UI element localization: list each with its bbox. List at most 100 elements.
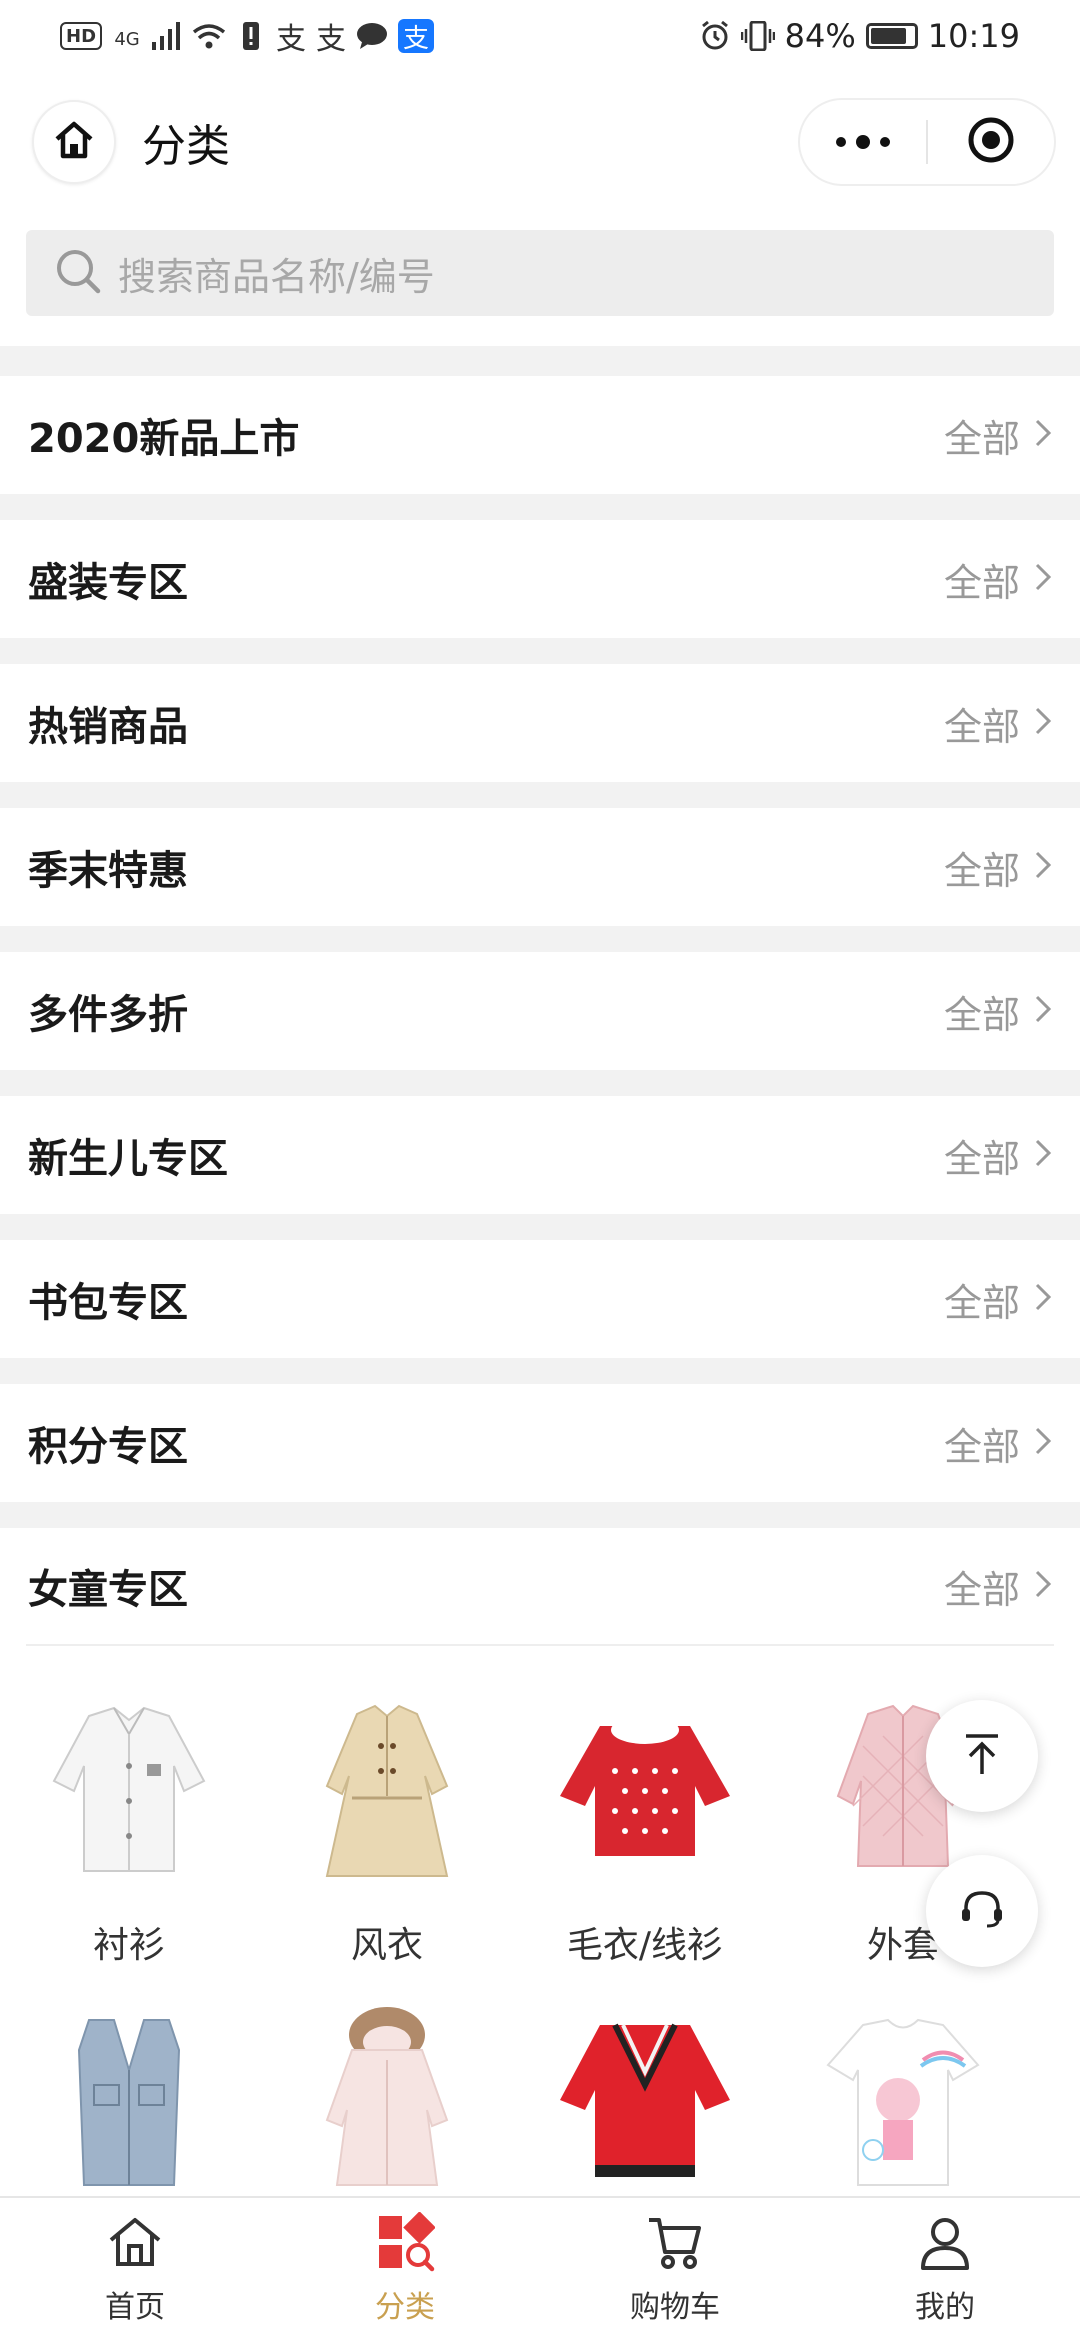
bottom-tab-bar: 首页 分类 购物车 我的 xyxy=(0,2196,1080,2340)
subcategory-item[interactable]: 衬衫 xyxy=(0,1676,258,1966)
view-all-link[interactable]: 全部 xyxy=(944,408,1052,463)
chevron-right-icon xyxy=(1034,989,1052,1033)
battery-percent: 84% xyxy=(784,17,856,55)
view-all-label: 全部 xyxy=(943,1424,1020,1469)
alipay-notify-icon: 支 xyxy=(276,22,307,57)
tab-cart[interactable]: 购物车 xyxy=(540,2198,810,2340)
alarm-icon xyxy=(699,19,731,53)
category-name: 积分专区 xyxy=(28,1424,188,1470)
view-all-label: 全部 xyxy=(943,848,1020,893)
subcategory-item[interactable]: 毛衣/线衫 xyxy=(516,1676,774,1966)
view-all-link[interactable]: 全部 xyxy=(944,1128,1052,1183)
hd-icon: HD xyxy=(60,22,103,50)
category-row[interactable]: 书包专区 全部 xyxy=(0,1240,1080,1358)
alert-icon xyxy=(236,19,266,53)
chevron-right-icon xyxy=(1034,1421,1052,1465)
chevron-right-icon xyxy=(1034,1133,1052,1177)
view-all-link[interactable]: 全部 xyxy=(944,1559,1052,1614)
tshirt-icon xyxy=(793,1980,1013,2200)
subcategory-label: 风衣 xyxy=(350,1925,423,1966)
chevron-right-icon xyxy=(1034,413,1052,457)
status-bar: HD 4G 支 支 支 84% 10:19 xyxy=(0,0,1080,72)
alipay-notify-icon: 支 xyxy=(316,22,347,57)
nav-header: 分类 xyxy=(0,72,1080,212)
subcategory-label: 衬衫 xyxy=(92,1925,165,1966)
category-name: 季末特惠 xyxy=(28,848,188,894)
view-all-link[interactable]: 全部 xyxy=(944,1416,1052,1471)
close-mini-program-button[interactable] xyxy=(928,100,1054,184)
search-section: 搜索商品名称/编号 xyxy=(0,212,1080,346)
subcategory-label: 毛衣/线衫 xyxy=(566,1925,724,1966)
view-all-label: 全部 xyxy=(943,1136,1020,1181)
category-name: 2020新品上市 xyxy=(28,416,300,462)
category-row[interactable]: 热销商品 全部 xyxy=(0,664,1080,782)
tab-category[interactable]: 分类 xyxy=(270,2198,540,2340)
home-button[interactable] xyxy=(32,100,116,184)
category-name: 女童专区 xyxy=(28,1567,188,1613)
tab-mine[interactable]: 我的 xyxy=(810,2198,1080,2340)
headset-icon xyxy=(957,1884,1007,1938)
category-row[interactable]: 积分专区 全部 xyxy=(0,1384,1080,1502)
chevron-right-icon xyxy=(1034,1277,1052,1321)
cart-icon xyxy=(645,2212,705,2276)
category-list: 2020新品上市 全部 盛装专区 全部 热销商品 全部 季末特惠 全部 多件多折… xyxy=(0,346,1080,2284)
category-row[interactable]: 2020新品上市 全部 xyxy=(0,376,1080,494)
signal-icon xyxy=(152,19,182,53)
sweater-icon xyxy=(535,1676,755,1896)
alipay-icon: 支 xyxy=(398,19,435,54)
shirt-icon xyxy=(19,1676,239,1896)
view-all-link[interactable]: 全部 xyxy=(944,552,1052,607)
denim-vest-icon xyxy=(19,1980,239,2200)
search-input[interactable]: 搜索商品名称/编号 xyxy=(26,230,1054,316)
arrow-up-icon xyxy=(958,1730,1006,1782)
category-row[interactable]: 盛装专区 全部 xyxy=(0,520,1080,638)
more-button[interactable] xyxy=(800,100,926,184)
user-icon xyxy=(915,2212,975,2276)
tab-label: 首页 xyxy=(105,2290,165,2325)
trench-coat-icon xyxy=(277,1676,497,1896)
chevron-right-icon xyxy=(1034,845,1052,889)
category-row[interactable]: 女童专区 全部 xyxy=(26,1528,1054,1646)
category-icon xyxy=(375,2211,436,2276)
fur-hood-coat-icon xyxy=(277,1980,497,2200)
mini-program-capsule xyxy=(798,98,1056,186)
home-icon xyxy=(52,118,96,166)
view-all-label: 全部 xyxy=(943,1567,1020,1612)
category-row[interactable]: 多件多折 全部 xyxy=(0,952,1080,1070)
category-row[interactable]: 季末特惠 全部 xyxy=(0,808,1080,926)
view-all-label: 全部 xyxy=(943,992,1020,1037)
category-row[interactable]: 新生儿专区 全部 xyxy=(0,1096,1080,1214)
back-to-top-button[interactable] xyxy=(926,1700,1038,1812)
view-all-link[interactable]: 全部 xyxy=(944,696,1052,751)
red-sweater-icon xyxy=(535,1980,755,2200)
status-left: HD 4G 支 支 支 xyxy=(60,16,435,57)
category-name: 新生儿专区 xyxy=(28,1136,228,1182)
customer-service-button[interactable] xyxy=(926,1855,1038,1967)
home-icon xyxy=(105,2212,165,2276)
search-icon xyxy=(54,247,102,299)
chevron-right-icon xyxy=(1034,701,1052,745)
category-name: 多件多折 xyxy=(28,992,188,1038)
view-all-label: 全部 xyxy=(943,704,1020,749)
category-name: 热销商品 xyxy=(28,704,188,750)
category-name: 盛装专区 xyxy=(28,560,188,606)
target-circle-icon xyxy=(966,115,1016,169)
view-all-link[interactable]: 全部 xyxy=(944,1272,1052,1327)
more-dot-icon xyxy=(880,137,890,147)
tab-label: 分类 xyxy=(375,2290,435,2325)
view-all-label: 全部 xyxy=(943,560,1020,605)
subcategory-item[interactable]: 风衣 xyxy=(258,1676,516,1966)
chevron-right-icon xyxy=(1034,557,1052,601)
tab-label: 我的 xyxy=(915,2290,975,2325)
view-all-link[interactable]: 全部 xyxy=(944,840,1052,895)
clock-time: 10:19 xyxy=(927,17,1020,55)
more-dot-icon xyxy=(836,137,846,147)
vibrate-icon xyxy=(740,19,775,53)
category-name: 书包专区 xyxy=(28,1280,188,1326)
view-all-label: 全部 xyxy=(943,416,1020,461)
wifi-icon xyxy=(192,19,226,53)
tab-home[interactable]: 首页 xyxy=(0,2198,270,2340)
view-all-link[interactable]: 全部 xyxy=(944,984,1052,1039)
view-all-label: 全部 xyxy=(943,1280,1020,1325)
status-right: 84% 10:19 xyxy=(699,17,1020,55)
